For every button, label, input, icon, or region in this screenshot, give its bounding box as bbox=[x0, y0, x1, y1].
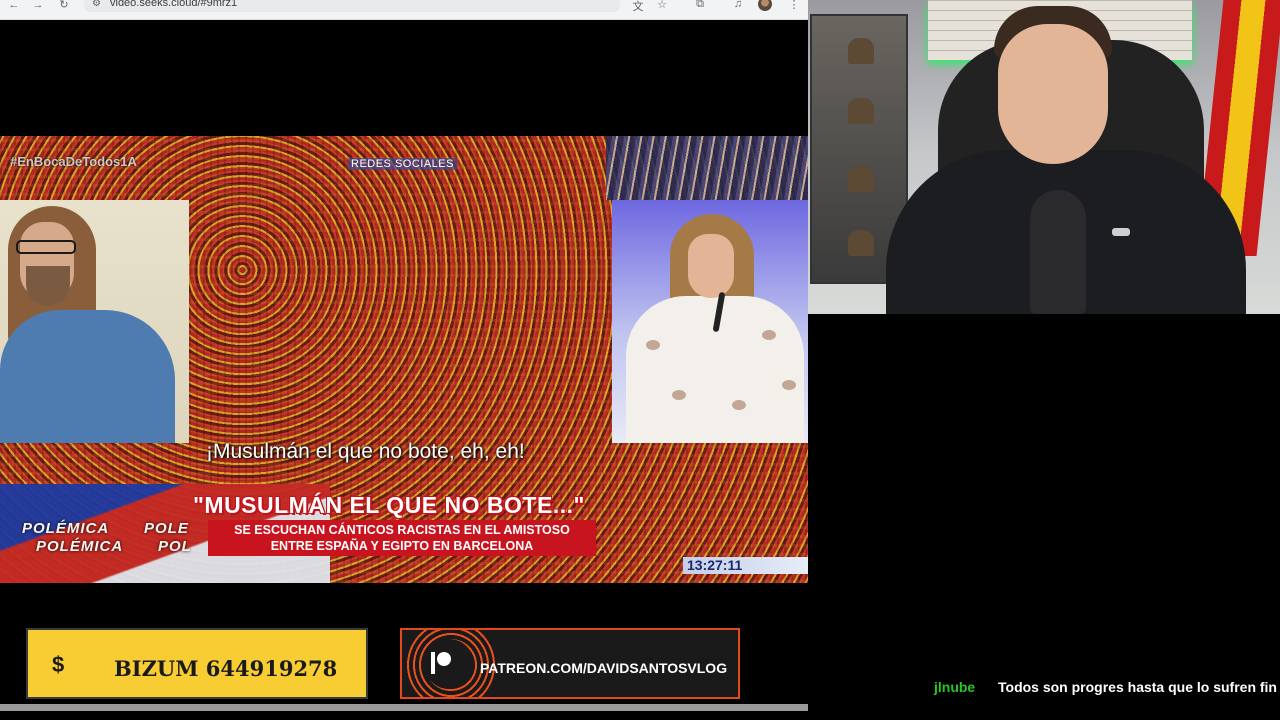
subheadline-line-1: SE ESCUCHAN CÁNTICOS RACISTAS EN EL AMIS… bbox=[234, 523, 570, 537]
bookmark-star-icon[interactable]: ☆ bbox=[654, 0, 670, 12]
crowd-blue-section bbox=[606, 136, 808, 200]
guest-sweater bbox=[0, 310, 175, 443]
dollar-icon: $ bbox=[52, 652, 65, 677]
cabinet-item bbox=[848, 38, 874, 64]
site-info-icon[interactable]: ⚙ bbox=[92, 0, 101, 9]
streamer-face bbox=[998, 24, 1108, 164]
guest-video-window bbox=[0, 200, 189, 443]
host-video-window bbox=[612, 200, 808, 443]
sweater-dot bbox=[762, 330, 776, 340]
sweater-dot bbox=[672, 390, 686, 400]
cabinet-item bbox=[848, 166, 874, 192]
patreon-banner: PATREON.COM/DAVIDSANTOSVLOG bbox=[400, 628, 740, 699]
back-icon[interactable]: ← bbox=[6, 0, 22, 14]
polemica-label: POL bbox=[158, 538, 192, 555]
patreon-url: PATREON.COM/DAVIDSANTOSVLOG bbox=[480, 660, 728, 676]
profile-avatar[interactable] bbox=[758, 0, 772, 11]
more-menu-icon[interactable]: ⋮ bbox=[786, 0, 802, 12]
reload-icon[interactable]: ↻ bbox=[56, 0, 72, 14]
studio-microphone bbox=[1030, 190, 1086, 314]
forward-icon[interactable]: → bbox=[30, 0, 46, 14]
polemica-label: POLÉMICA bbox=[36, 538, 124, 555]
browser-toolbar: ← → ↻ ⚙ video.seeks.cloud/#9mrz1 文 ☆ ⧉ ♫… bbox=[0, 0, 808, 20]
news-video[interactable]: #EnBocaDeTodos1A REDES SOCIALES ¡Musulmá… bbox=[0, 136, 808, 583]
subheadline-line-2: ENTRE ESPAÑA Y EGIPTO EN BARCELONA bbox=[270, 539, 534, 553]
extensions-icon[interactable]: ⧉ bbox=[692, 0, 708, 12]
broadcast-clock: 13:27:11 bbox=[683, 557, 808, 574]
sweater-dot bbox=[782, 380, 796, 390]
sweater-dot bbox=[646, 340, 660, 350]
chat-username: jlnube bbox=[934, 679, 976, 695]
chat-message-text: Todos son progres hasta que lo sufren fi… bbox=[998, 679, 1277, 695]
address-url[interactable]: video.seeks.cloud/#9mrz1 bbox=[110, 0, 237, 9]
cabinet-item bbox=[848, 98, 874, 124]
patreon-logo-icon bbox=[437, 652, 451, 666]
media-control-icon[interactable]: ♫ bbox=[730, 0, 746, 12]
caption-subtitle: ¡Musulmán el que no bote, eh, eh! bbox=[206, 440, 525, 463]
address-bar[interactable]: ⚙ video.seeks.cloud/#9mrz1 bbox=[84, 0, 620, 12]
bizum-number: BIZUM 644919278 bbox=[114, 656, 338, 681]
sweater-dot bbox=[732, 400, 746, 410]
news-subheadline: SE ESCUCHAN CÁNTICOS RACISTAS EN EL AMIS… bbox=[208, 520, 596, 556]
translate-icon[interactable]: 文 bbox=[630, 0, 646, 13]
news-headline: "MUSULMÁN EL QUE NO BOTE..." bbox=[193, 492, 585, 518]
show-hashtag: #EnBocaDeTodos1A bbox=[10, 154, 137, 169]
streamer-webcam bbox=[808, 0, 1280, 314]
shirt-logo bbox=[1112, 228, 1130, 236]
section-label: REDES SOCIALES bbox=[348, 158, 457, 170]
bizum-banner: $ BIZUM 644919278 bbox=[26, 628, 368, 699]
patreon-logo-bar bbox=[431, 652, 435, 674]
guest-glasses bbox=[16, 240, 76, 254]
polemica-label: POLE bbox=[144, 520, 189, 537]
host-face bbox=[688, 234, 734, 298]
screen: ← → ↻ ⚙ video.seeks.cloud/#9mrz1 文 ☆ ⧉ ♫… bbox=[0, 0, 1280, 720]
polemica-label: POLÉMICA bbox=[22, 520, 110, 537]
video-progress-bar[interactable] bbox=[0, 704, 808, 711]
cabinet-item bbox=[848, 230, 874, 256]
